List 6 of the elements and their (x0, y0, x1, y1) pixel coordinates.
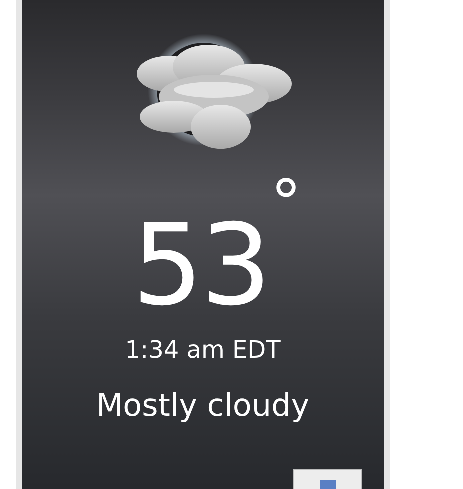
square-icon (320, 480, 336, 489)
degree-symbol: ° (270, 172, 302, 234)
temperature: 53 (132, 210, 269, 322)
time-label: 1:34 am EDT (125, 336, 281, 364)
condition-label: Mostly cloudy (96, 388, 310, 424)
toolbar-button[interactable] (293, 469, 362, 489)
